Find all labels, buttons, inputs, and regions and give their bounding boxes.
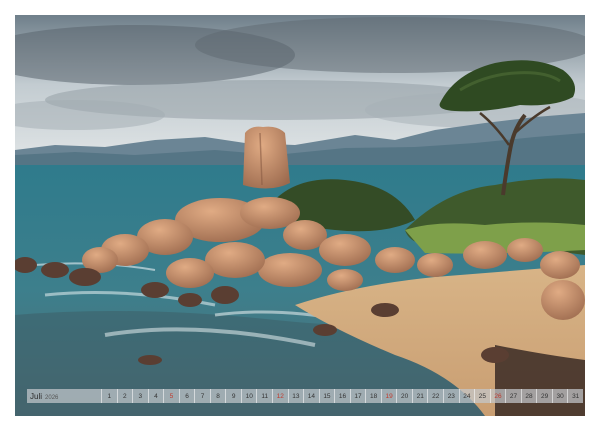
day-cell: 7 (194, 389, 210, 403)
day-cell: 10 (240, 389, 257, 403)
day-cell: 22 (427, 389, 443, 403)
day-cell: 24 (458, 389, 475, 403)
day-cell: 1 (101, 389, 117, 403)
month-name: Juli (30, 391, 43, 401)
day-cell: 15 (318, 389, 335, 403)
day-cell: 18 (365, 389, 381, 403)
day-cell: 13 (287, 389, 304, 403)
day-cell: 12 (272, 389, 288, 403)
day-cell: 19 (380, 389, 397, 403)
calendar-strip: Juli 2026 1 2 3 4 5 6 7 8 9 10 11 12 13 14 15 16 17 18 19 20… (27, 389, 583, 403)
day-cell: 3 (132, 389, 148, 403)
day-cell: 16 (334, 389, 350, 403)
day-cell: 30 (551, 389, 568, 403)
day-row: 1 2 3 4 5 6 7 8 9 10 11 12 13 14 15 16 17 18 19 20 21 22 23 24 2… (101, 389, 583, 403)
day-cell: 26 (489, 389, 506, 403)
day-cell: 5 (163, 389, 179, 403)
day-cell: 27 (505, 389, 521, 403)
day-cell: 28 (520, 389, 537, 403)
day-cell: 9 (225, 389, 241, 403)
day-cell: 23 (443, 389, 459, 403)
day-cell: 4 (147, 389, 164, 403)
day-cell: 31 (567, 389, 583, 403)
day-cell: 8 (209, 389, 226, 403)
month-year: 2026 (45, 394, 59, 401)
day-cell: 11 (256, 389, 272, 403)
calendar-photo (15, 15, 585, 416)
day-cell: 2 (116, 389, 133, 403)
day-cell: 14 (303, 389, 319, 403)
day-cell: 21 (411, 389, 428, 403)
coastal-landscape-image (15, 15, 585, 416)
month-label: Juli 2026 (27, 392, 101, 401)
day-cell: 29 (536, 389, 552, 403)
day-cell: 20 (396, 389, 412, 403)
day-cell: 6 (178, 389, 195, 403)
day-cell: 17 (349, 389, 366, 403)
day-cell: 25 (474, 389, 490, 403)
